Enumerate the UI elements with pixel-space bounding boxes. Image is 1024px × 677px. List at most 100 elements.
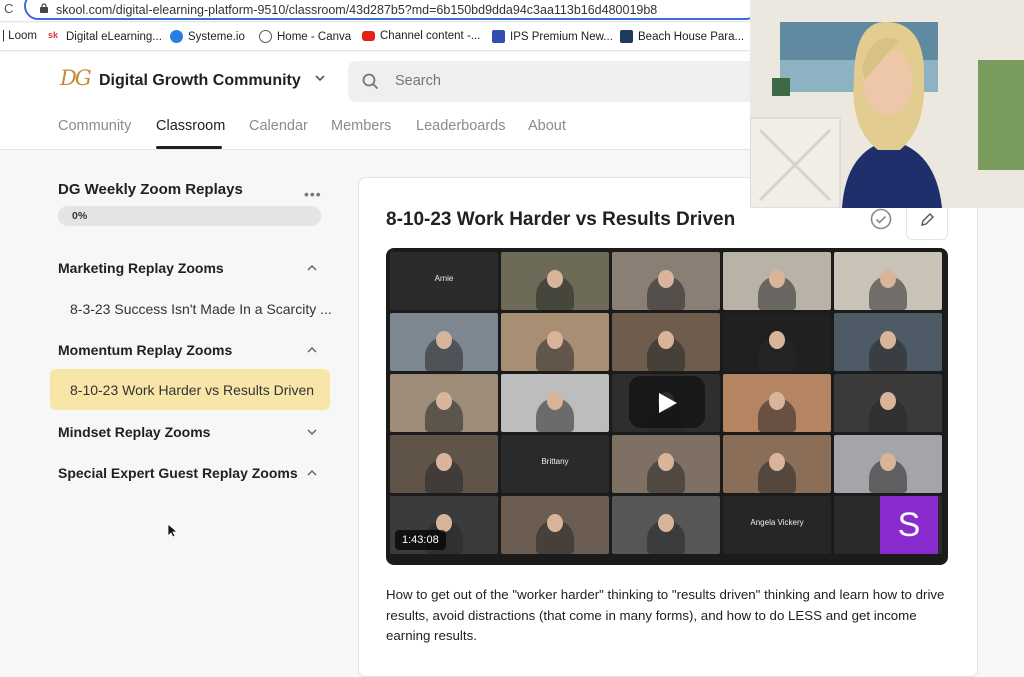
bookmark-label: IPS Premium New... [510, 30, 613, 43]
participant-tile: Angela Vickery [723, 496, 831, 554]
chevron-up-icon[interactable] [306, 262, 318, 274]
participant-tile [501, 496, 609, 554]
bookmark-label: | Loom [2, 30, 37, 42]
ips-icon [492, 30, 505, 43]
active-tab-indicator [156, 146, 222, 149]
participant-head [880, 331, 896, 349]
youtube-icon [362, 31, 375, 41]
lesson-title: 8-10-23 Work Harder vs Results Driven [386, 209, 736, 230]
participant-head [547, 392, 563, 410]
participant-head [547, 514, 563, 532]
play-button[interactable] [629, 376, 705, 428]
lesson-description: How to get out of the "worker harder" th… [386, 587, 945, 643]
lesson-item-active-label[interactable]: 8-10-23 Work Harder vs Results Driven [70, 382, 314, 398]
participant-tile [612, 252, 720, 310]
beach-house-icon [620, 30, 633, 43]
chevron-up-icon[interactable] [306, 344, 318, 356]
section-special-expert-guest-replay-zooms[interactable]: Special Expert Guest Replay Zooms [58, 465, 298, 481]
participant-tile [612, 313, 720, 371]
community-logo[interactable]: DG [60, 66, 92, 90]
tab-members[interactable]: Members [331, 118, 391, 134]
chevron-down-icon[interactable] [306, 426, 318, 438]
participant-tile [390, 435, 498, 493]
participant-tile [723, 374, 831, 432]
more-options-icon[interactable]: ••• [304, 186, 322, 202]
participant-head [547, 331, 563, 349]
skool-favicon-icon: sk [48, 30, 61, 43]
canva-icon [259, 30, 272, 43]
lock-icon [40, 3, 48, 13]
participant-head [658, 453, 674, 471]
bookmark-ips[interactable]: IPS Premium New... [492, 30, 613, 43]
community-name[interactable]: Digital Growth Community [99, 72, 301, 90]
participant-tile [723, 435, 831, 493]
participant-head [547, 270, 563, 288]
tab-calendar[interactable]: Calendar [249, 118, 308, 134]
participant-tile [501, 374, 609, 432]
mark-complete-icon[interactable] [870, 208, 892, 230]
bookmark-youtube[interactable]: Channel content -... [362, 30, 480, 42]
participant-head [769, 270, 785, 288]
participant-tile: Brittany [501, 435, 609, 493]
course-progress-bar: 0% [58, 206, 321, 226]
bookmark-label: Digital eLearning... [66, 30, 162, 43]
participant-tile [501, 252, 609, 310]
participant-head [658, 331, 674, 349]
participant-tile: S [834, 496, 942, 554]
participant-name: Arnie [434, 274, 454, 283]
search-input[interactable] [395, 73, 695, 89]
participant-head [436, 392, 452, 410]
participant-tile: Arnie [390, 252, 498, 310]
participant-head [436, 331, 452, 349]
tab-about[interactable]: About [528, 118, 566, 134]
play-icon [659, 393, 677, 413]
participant-tile [390, 374, 498, 432]
section-mindset-replay-zooms[interactable]: Mindset Replay Zooms [58, 424, 210, 440]
participant-head [880, 453, 896, 471]
search-icon [362, 73, 379, 90]
bookmark-systeme[interactable]: Systeme.io [170, 30, 245, 43]
tab-classroom[interactable]: Classroom [156, 118, 225, 134]
participant-head [880, 270, 896, 288]
participant-name: Brittany [541, 457, 569, 466]
systeme-icon [170, 30, 183, 43]
tab-leaderboards[interactable]: Leaderboards [416, 118, 506, 134]
participant-tile [612, 496, 720, 554]
chevron-up-icon[interactable] [306, 467, 318, 479]
lesson-item[interactable]: 8-3-23 Success Isn't Made In a Scarcity … [70, 301, 332, 317]
participant-tile [501, 313, 609, 371]
video-duration: 1:43:08 [395, 530, 446, 550]
participant-tile [612, 435, 720, 493]
participant-tile [390, 313, 498, 371]
section-momentum-replay-zooms[interactable]: Momentum Replay Zooms [58, 342, 232, 358]
participant-tile [834, 252, 942, 310]
participant-head [658, 270, 674, 288]
participant-head [880, 392, 896, 410]
participant-tile [834, 435, 942, 493]
url-text[interactable]: skool.com/digital-elearning-platform-951… [56, 3, 657, 17]
chevron-down-icon[interactable] [314, 72, 326, 84]
presenter-webcam [750, 0, 1024, 208]
progress-label: 0% [72, 210, 88, 222]
reload-icon[interactable]: C [4, 1, 13, 16]
bookmark-loom[interactable]: | Loom [2, 30, 37, 42]
participant-name: Angela Vickery [750, 518, 804, 527]
participant-head [769, 331, 785, 349]
participant-head [769, 392, 785, 410]
participant-tile [723, 252, 831, 310]
search-box[interactable] [348, 61, 778, 102]
participant-tile [834, 374, 942, 432]
tab-community[interactable]: Community [58, 118, 131, 134]
bookmark-canva[interactable]: Home - Canva [259, 30, 351, 43]
course-title: DG Weekly Zoom Replays [58, 181, 243, 198]
mouse-cursor-icon [167, 523, 177, 538]
participant-head [436, 453, 452, 471]
bookmark-digital-elearning[interactable]: sk Digital eLearning... [48, 30, 162, 43]
video-player[interactable]: Arnie Brittany Angela Vickery S 1:43:08 [386, 248, 948, 565]
section-marketing-replay-zooms[interactable]: Marketing Replay Zooms [58, 260, 224, 276]
pencil-icon [921, 213, 934, 226]
bookmark-beach-house[interactable]: Beach House Para... [620, 30, 744, 43]
presenter-video-frame [750, 0, 1024, 208]
participant-avatar: S [880, 496, 938, 554]
bookmark-label: Beach House Para... [638, 30, 745, 43]
